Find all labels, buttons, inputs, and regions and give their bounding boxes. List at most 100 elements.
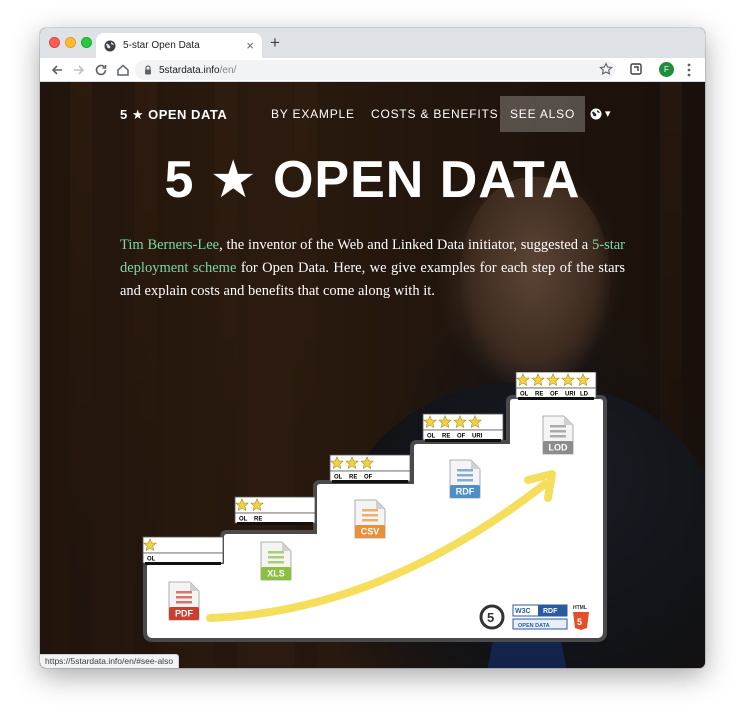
file-content-line	[268, 551, 284, 554]
reload-icon	[95, 64, 107, 76]
svg-text:5: 5	[577, 617, 582, 627]
star-badge-1: OL	[142, 536, 224, 565]
badge-code-label: RE	[254, 517, 262, 523]
badge-code-label: OF	[364, 475, 373, 481]
url-path: /en/	[219, 64, 237, 76]
file-format-label: XLS	[267, 569, 285, 579]
csv-file-icon: CSV	[354, 499, 386, 539]
file-content-line	[268, 556, 284, 559]
star-badge-3: OL RE OF	[329, 454, 411, 483]
file-content-line	[457, 479, 473, 482]
site-navbar: 5 ★ OPEN DATA BY EXAMPLE COSTS & BENEFIT…	[120, 96, 680, 132]
svg-text:OPEN DATA: OPEN DATA	[518, 623, 550, 629]
home-icon	[117, 64, 129, 76]
more-menu-icon[interactable]	[686, 61, 692, 79]
badge-code-label: LD	[580, 392, 589, 398]
tim-berners-lee-link[interactable]: Tim Berners-Lee	[120, 237, 219, 253]
forward-button[interactable]	[70, 61, 88, 79]
site-brand-link[interactable]: 5 ★ OPEN DATA	[120, 107, 227, 123]
file-format-label: RDF	[456, 487, 475, 497]
star-badge-5: OL RE OF URI LD	[515, 372, 597, 400]
file-format-label: CSV	[361, 527, 380, 537]
status-bar-url: https://5stardata.info/en/#see-also	[40, 654, 180, 668]
svg-text:5: 5	[487, 610, 494, 625]
file-content-line	[362, 509, 378, 512]
language-dropdown[interactable]: ▾	[590, 107, 611, 120]
badge-code-label: OL	[334, 475, 343, 481]
w3c-rdf-badge: W3C RDF	[512, 604, 568, 617]
badge-star-panel	[142, 536, 224, 554]
badge-underline	[237, 522, 313, 525]
file-content-line	[176, 601, 192, 604]
xls-file-icon: XLS	[260, 541, 292, 581]
new-tab-button[interactable]: +	[270, 34, 280, 51]
file-content-line	[362, 519, 378, 522]
file-content-line	[550, 435, 566, 438]
intro-paragraph: Tim Berners-Lee, the inventor of the Web…	[120, 234, 625, 303]
file-content-line	[457, 474, 473, 477]
back-button[interactable]	[48, 61, 66, 79]
arrow-left-icon	[51, 65, 62, 75]
five-star-staircase: OL OL RE OL RE OF OL RE OF URI OL RE OF URI LD PDF XLS C…	[142, 372, 607, 642]
badge-code-label: OL	[427, 434, 436, 440]
lock-icon	[145, 65, 151, 75]
nav-costs-benefits[interactable]: COSTS & BENEFITS	[371, 107, 499, 121]
chevron-down-icon: ▾	[605, 108, 611, 120]
address-bar[interactable]: 5stardata.info/en/	[135, 60, 615, 80]
badge-code-label: OF	[457, 434, 466, 440]
zoom-window-button[interactable]	[81, 37, 92, 48]
browser-toolbar: 5stardata.info/en/ F	[40, 58, 705, 82]
file-content-line	[362, 514, 378, 517]
hero-title: 5 ★ OPEN DATA	[164, 151, 581, 209]
file-content-line	[268, 561, 284, 564]
arrow-right-icon	[74, 65, 85, 75]
star-badge-2: OL RE	[234, 496, 316, 525]
badge-code-label: URI	[565, 392, 576, 398]
badge-code-label: URI	[472, 434, 483, 440]
badge-underline	[145, 562, 221, 565]
globe-icon	[104, 40, 116, 51]
lod-file-icon: LOD	[542, 415, 574, 455]
svg-text:RDF: RDF	[543, 608, 558, 615]
nav-by-example[interactable]: BY EXAMPLE	[271, 107, 355, 121]
svg-text:HTML: HTML	[573, 605, 587, 611]
star-badge-4: OL RE OF URI	[422, 413, 504, 442]
html5-logo: HTML 5	[573, 605, 589, 630]
file-format-label: PDF	[175, 609, 194, 619]
minimize-window-button[interactable]	[65, 37, 76, 48]
badge-code-label: RE	[349, 475, 357, 481]
bookmark-star-icon[interactable]	[599, 62, 613, 76]
intro-text-1: , the inventor of the Web and Linked Dat…	[219, 237, 592, 253]
close-window-button[interactable]	[49, 37, 60, 48]
tab-title: 5-star Open Data	[123, 40, 200, 51]
pdf-file-icon: PDF	[168, 581, 200, 621]
profile-avatar[interactable]: F	[659, 62, 674, 77]
globe-icon	[590, 108, 602, 119]
file-content-line	[176, 596, 192, 599]
file-format-label: LOD	[549, 443, 568, 453]
home-button[interactable]	[114, 61, 132, 79]
tab-close-icon[interactable]: ×	[246, 39, 254, 52]
file-content-line	[550, 425, 566, 428]
open-data-badge: OPEN DATA	[512, 618, 568, 630]
badge-code-label: RE	[442, 434, 450, 440]
file-content-line	[176, 591, 192, 594]
badge-code-label: RE	[535, 392, 543, 398]
rdf-file-icon: RDF	[449, 459, 481, 499]
badge-code-label: OL	[147, 557, 156, 563]
browser-window: 5-star Open Data × + 5stardata.info/en/ …	[40, 28, 705, 668]
file-content-line	[550, 430, 566, 433]
badge-star-panel	[234, 496, 316, 514]
extension-icon[interactable]	[629, 62, 643, 76]
url-host: 5stardata.info	[159, 64, 220, 76]
browser-tab[interactable]: 5-star Open Data ×	[96, 33, 262, 58]
page-content: 5 ★ OPEN DATA BY EXAMPLE COSTS & BENEFIT…	[40, 82, 705, 668]
badge-code-label: OL	[520, 392, 529, 398]
nav-see-also[interactable]: SEE ALSO	[500, 96, 586, 132]
tab-strip: 5-star Open Data × +	[40, 28, 705, 58]
reload-button[interactable]	[92, 61, 110, 79]
badge-code-label: OF	[550, 392, 559, 398]
badge-code-label: OL	[239, 517, 248, 523]
file-content-line	[457, 469, 473, 472]
svg-text:W3C: W3C	[515, 608, 531, 615]
